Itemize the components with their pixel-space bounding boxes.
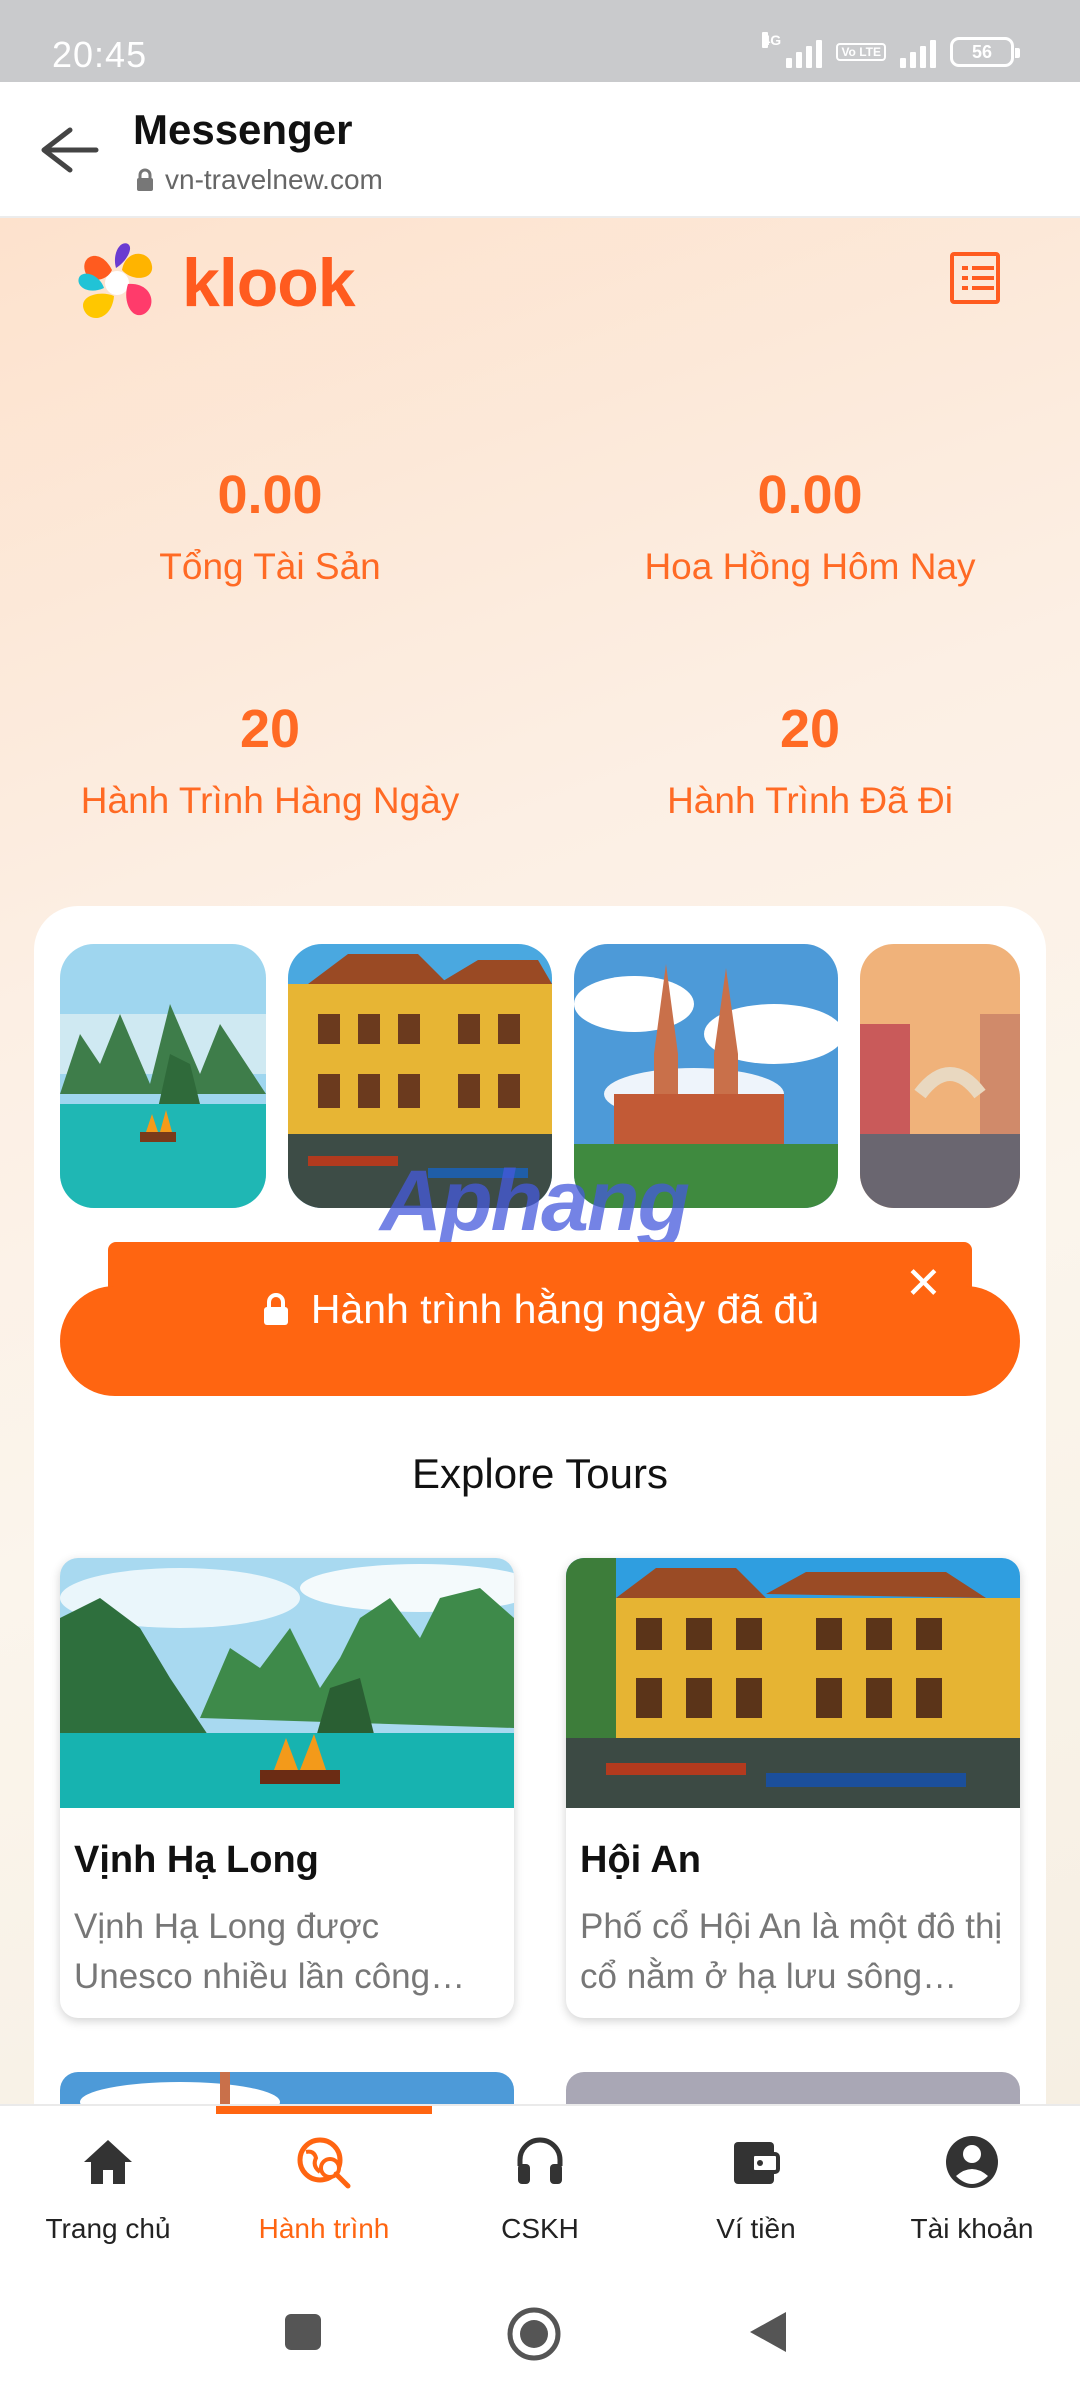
nav-label: Hành trình <box>258 2213 390 2244</box>
battery-level: 56 <box>971 41 993 62</box>
stat-journeys-done: 20 Hành Trình Đã Đi <box>540 698 1080 822</box>
wallet-icon <box>734 2142 780 2184</box>
back-arrow-icon[interactable] <box>30 120 100 180</box>
nav-item-support[interactable]: CSKH <box>432 2132 648 2245</box>
brand-name: klook <box>182 245 356 321</box>
tour-image <box>566 1558 1020 1808</box>
nav-item-journey[interactable]: Hành trình <box>216 2132 432 2245</box>
tour-card-ha-long[interactable]: Vịnh Hạ Long Vịnh Hạ Long được Unesco nh… <box>60 1558 514 2018</box>
account-icon <box>946 2136 998 2188</box>
stat-label: Hoa Hồng Hôm Nay <box>644 546 976 587</box>
carousel-image-canal[interactable] <box>860 944 1020 1208</box>
section-title: Explore Tours <box>411 1450 669 1497</box>
volte-badge: Vo LTE <box>836 43 886 61</box>
tour-description: Phố cổ Hội An là một đô thị cổ nằm ở hạ … <box>580 1907 1003 1996</box>
status-bar: 20:45 4G Vo LTE 56 <box>0 0 1080 82</box>
close-icon[interactable]: ✕ <box>905 1258 942 1309</box>
stat-value: 0.00 <box>757 465 863 525</box>
tour-name: Hội An <box>580 1839 702 1881</box>
active-tab-indicator <box>216 2106 432 2114</box>
tour-image <box>60 1558 514 1808</box>
nav-label: Ví tiền <box>716 2213 796 2244</box>
headset-icon <box>517 2137 563 2184</box>
stat-label: Tổng Tài Sản <box>159 546 381 587</box>
stat-commission-today: 0.00 Hoa Hồng Hôm Nay <box>540 464 1080 588</box>
stat-value: 0.00 <box>217 465 323 525</box>
klook-logo-icon <box>78 243 153 319</box>
url-display: vn-travelnew.com <box>135 164 383 196</box>
page-content: klook 0.00 Tổng Tài Sản 0.00 Hoa Hồng Hô… <box>0 218 1080 2104</box>
watermark: Aphang <box>380 1153 690 1249</box>
nav-label: Tài khoản <box>910 2213 1034 2244</box>
home-button-icon[interactable] <box>506 2306 562 2362</box>
stat-label: Hành Trình Đã Đi <box>667 780 953 821</box>
notice-content: Hành trình hằng ngày đã đủ <box>60 1242 1020 1396</box>
status-time: 20:45 <box>52 34 148 75</box>
tour-name: Vịnh Hạ Long <box>74 1839 319 1881</box>
tour-card-next-2[interactable] <box>566 2072 1020 2104</box>
nav-item-wallet[interactable]: Ví tiền <box>648 2132 864 2245</box>
lock-icon <box>137 168 153 191</box>
home-icon <box>84 2140 132 2184</box>
status-icons: 4G Vo LTE 56 <box>762 32 1020 68</box>
tour-card-next-1[interactable] <box>60 2072 514 2104</box>
journey-search-icon <box>297 2137 351 2189</box>
nav-label: Trang chủ <box>45 2213 171 2244</box>
bottom-nav: Trang chủ Hành trình CSKH Ví tiền Tài kh… <box>0 2104 1080 2268</box>
back-button-icon[interactable] <box>746 2308 790 2356</box>
recent-apps-icon[interactable] <box>283 2312 323 2352</box>
notice-text: Hành trình hằng ngày đã đủ <box>310 1285 820 1332</box>
signal-icon-2 <box>900 36 936 68</box>
browser-header: Messenger vn-travelnew.com <box>0 82 1080 218</box>
nav-item-account[interactable]: Tài khoản <box>864 2132 1080 2245</box>
url-text: vn-travelnew.com <box>165 164 383 195</box>
stat-value: 20 <box>779 699 841 759</box>
signal-icon: 4G <box>762 32 823 68</box>
brand-logo: klook <box>72 240 356 326</box>
stat-total-assets: 0.00 Tổng Tài Sản <box>0 464 540 588</box>
system-nav-bar <box>0 2268 1080 2400</box>
page-title: Messenger <box>133 106 353 153</box>
stat-label: Hành Trình Hàng Ngày <box>80 780 460 821</box>
network-type-label: 4G <box>762 32 782 48</box>
stat-value: 20 <box>239 699 301 759</box>
stat-daily-journeys: 20 Hành Trình Hàng Ngày <box>0 698 540 822</box>
carousel-image-ha-long[interactable] <box>60 944 266 1208</box>
nav-item-home[interactable]: Trang chủ <box>0 2132 216 2245</box>
battery-icon: 56 <box>950 37 1020 67</box>
lock-icon <box>263 1293 288 1325</box>
tour-card-hoi-an[interactable]: Hội An Phố cổ Hội An là một đô thị cổ nằ… <box>566 1558 1020 2018</box>
tour-description: Vịnh Hạ Long được Unesco nhiều lần công… <box>74 1907 466 1996</box>
nav-label: CSKH <box>501 2213 579 2244</box>
menu-list-icon[interactable] <box>950 252 1000 304</box>
